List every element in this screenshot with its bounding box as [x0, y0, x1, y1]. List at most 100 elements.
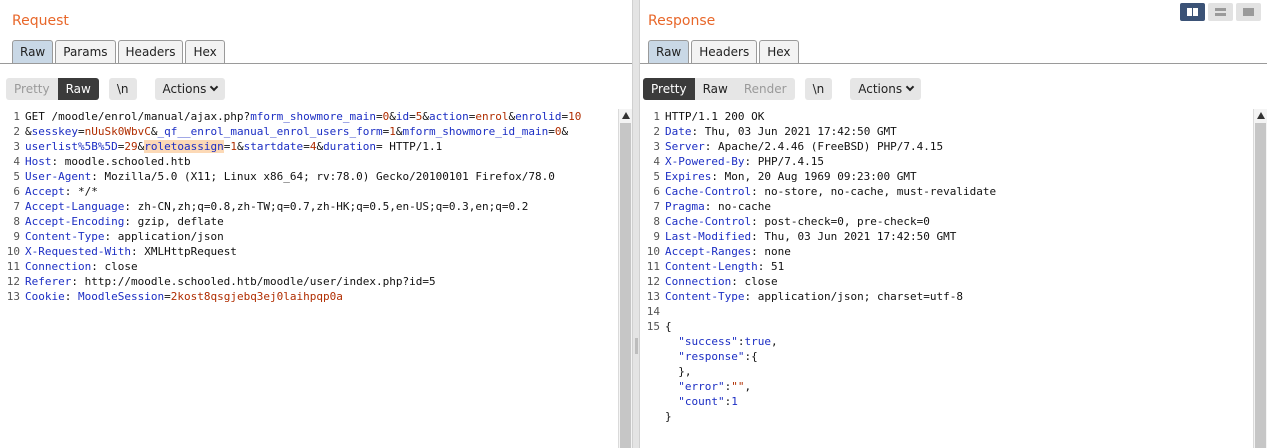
code-line: userlist%5B%5D=29&roletoassign=1&startda…	[25, 140, 443, 153]
param-value: nUuSk0WbvC	[84, 125, 151, 138]
scroll-up-arrow-icon[interactable]	[622, 112, 630, 119]
tabs-icon[interactable]	[1236, 3, 1261, 21]
line-number: 10	[6, 245, 20, 258]
code-line: GET /moodle/enrol/manual/ajax.php?mform_…	[25, 110, 582, 123]
response-render-button[interactable]: Render	[736, 78, 795, 100]
header-name: Connection	[665, 275, 732, 288]
header-line: X-Requested-With: XMLHttpRequest	[25, 245, 237, 258]
header-value: zh-CN,zh;q=0.8,zh-TW;q=0.7,zh-HK;q=0.5,e…	[137, 200, 529, 213]
header-value: moodle.schooled.htb	[64, 155, 191, 168]
header-line: Accept: */*	[25, 185, 98, 198]
param-value: 0	[382, 110, 390, 123]
response-pretty-button[interactable]: Pretty	[643, 78, 695, 100]
json-value: true	[744, 335, 771, 348]
request-raw-button[interactable]: Raw	[57, 78, 99, 100]
header-value: close	[104, 260, 138, 273]
request-scrollbar-thumb[interactable]	[620, 123, 631, 448]
line-number: 12	[6, 275, 20, 288]
line-number: 3	[13, 140, 20, 153]
request-scrollbar[interactable]	[618, 109, 632, 448]
cookie-key: MoodleSession	[78, 290, 165, 303]
param-value: 29	[124, 140, 138, 153]
param-value: 4	[309, 140, 317, 153]
header-name: Content-Type	[25, 230, 105, 243]
header-name: Host	[25, 155, 52, 168]
response-tab-headers[interactable]: Headers	[691, 40, 758, 64]
request-actions-menu[interactable]: Actions	[154, 78, 226, 100]
line-number: 2	[653, 125, 660, 138]
request-view-toggle: Pretty Raw	[6, 78, 99, 100]
header-line: Host: moodle.schooled.htb	[25, 155, 191, 168]
response-newline-toggle[interactable]: \n	[804, 78, 833, 100]
http-version: HTTP/1.1	[389, 140, 443, 153]
header-value: close	[744, 275, 778, 288]
header-name: Date	[665, 125, 692, 138]
body-line: "error":"",	[678, 380, 752, 393]
response-tab-hex[interactable]: Hex	[759, 40, 799, 64]
response-pane: Response Raw Headers Hex Pretty Raw Rend…	[640, 0, 1267, 448]
request-tab-headers[interactable]: Headers	[117, 40, 184, 64]
param-value: 1	[389, 125, 396, 138]
line-number: 13	[6, 290, 20, 303]
header-line: Accept-Encoding: gzip, deflate	[25, 215, 224, 228]
line-number: 7	[13, 200, 20, 213]
request-tabs: Raw Params Headers Hex	[12, 40, 227, 64]
request-tab-hex[interactable]: Hex	[185, 40, 225, 64]
line-number: 11	[6, 260, 20, 273]
line-number: 3	[653, 140, 660, 153]
line-number: 8	[653, 215, 660, 228]
param-key: enrolid	[515, 110, 562, 123]
response-tab-underline	[640, 63, 1267, 64]
response-tab-raw[interactable]: Raw	[648, 40, 690, 64]
pane-splitter[interactable]	[632, 0, 640, 448]
header-value: no-store, no-cache, must-revalidate	[764, 185, 997, 198]
request-tab-raw[interactable]: Raw	[12, 40, 54, 64]
header-value: 51	[770, 260, 785, 273]
request-newline-toggle[interactable]: \n	[108, 78, 137, 100]
header-line: Server: Apache/2.4.46 (FreeBSD) PHP/7.4.…	[665, 140, 944, 153]
split-horizontal-icon[interactable]	[1180, 3, 1205, 21]
header-value: none	[764, 245, 791, 258]
request-pretty-button[interactable]: Pretty	[6, 78, 58, 100]
request-tab-params[interactable]: Params	[55, 40, 116, 64]
param-key: userlist%5B%5D	[25, 140, 118, 153]
response-raw-button[interactable]: Raw	[695, 78, 736, 100]
param-key: duration	[323, 140, 377, 153]
header-name: Cache-Control	[665, 215, 752, 228]
line-number: 6	[653, 185, 660, 198]
header-name: Pragma	[665, 200, 705, 213]
header-name: Server	[665, 140, 705, 153]
param-value: 1	[230, 140, 237, 153]
header-name: Accept-Ranges	[665, 245, 752, 258]
response-view-toggle: Pretty Raw Render	[643, 78, 795, 100]
response-editor[interactable]: 1 2 3 4 5 6 7 8 9 10 11 12 13 14 15 HTTP/1.1 200 OK Dat…	[640, 109, 1267, 448]
chevron-down-icon	[210, 82, 219, 92]
line-number: 7	[653, 200, 660, 213]
header-line: X-Powered-By: PHP/7.4.15	[665, 155, 824, 168]
header-name: Content-Type	[665, 290, 745, 303]
param-value: 5	[415, 110, 423, 123]
request-editor[interactable]: 1 2 3 4 5 6 7 8 9 10 11 12 13 GET /moodle/enrol/manu…	[0, 109, 632, 448]
scroll-up-arrow-icon[interactable]	[1257, 112, 1265, 119]
split-vertical-icon[interactable]	[1208, 3, 1233, 21]
response-scrollbar[interactable]	[1253, 109, 1267, 448]
header-value: application/json; charset=utf-8	[757, 290, 964, 303]
line-number: 9	[13, 230, 20, 243]
response-actions-menu[interactable]: Actions	[850, 78, 922, 100]
response-toolbar: Pretty Raw Render \n Actions	[643, 78, 922, 100]
body-line: }	[665, 410, 672, 423]
header-line: Connection: close	[25, 260, 138, 273]
header-value: PHP/7.4.15	[757, 155, 824, 168]
param-key: roletoassign	[144, 140, 224, 153]
request-line-numbers: 1 2 3 4 5 6 7 8 9 10 11 12 13	[0, 109, 22, 448]
param-key: mform_showmore_id_main	[402, 125, 549, 138]
param-key: action	[429, 110, 469, 123]
line-number: 4	[13, 155, 20, 168]
line-number: 14	[646, 305, 660, 318]
body-line: "success":true,	[678, 335, 778, 348]
header-name: Expires	[665, 170, 712, 183]
cookie-value: 2kost8qsgjebq3ej0laihpqp0a	[170, 290, 343, 303]
splitter-grip-icon[interactable]	[635, 338, 638, 354]
response-scrollbar-thumb[interactable]	[1255, 123, 1266, 448]
